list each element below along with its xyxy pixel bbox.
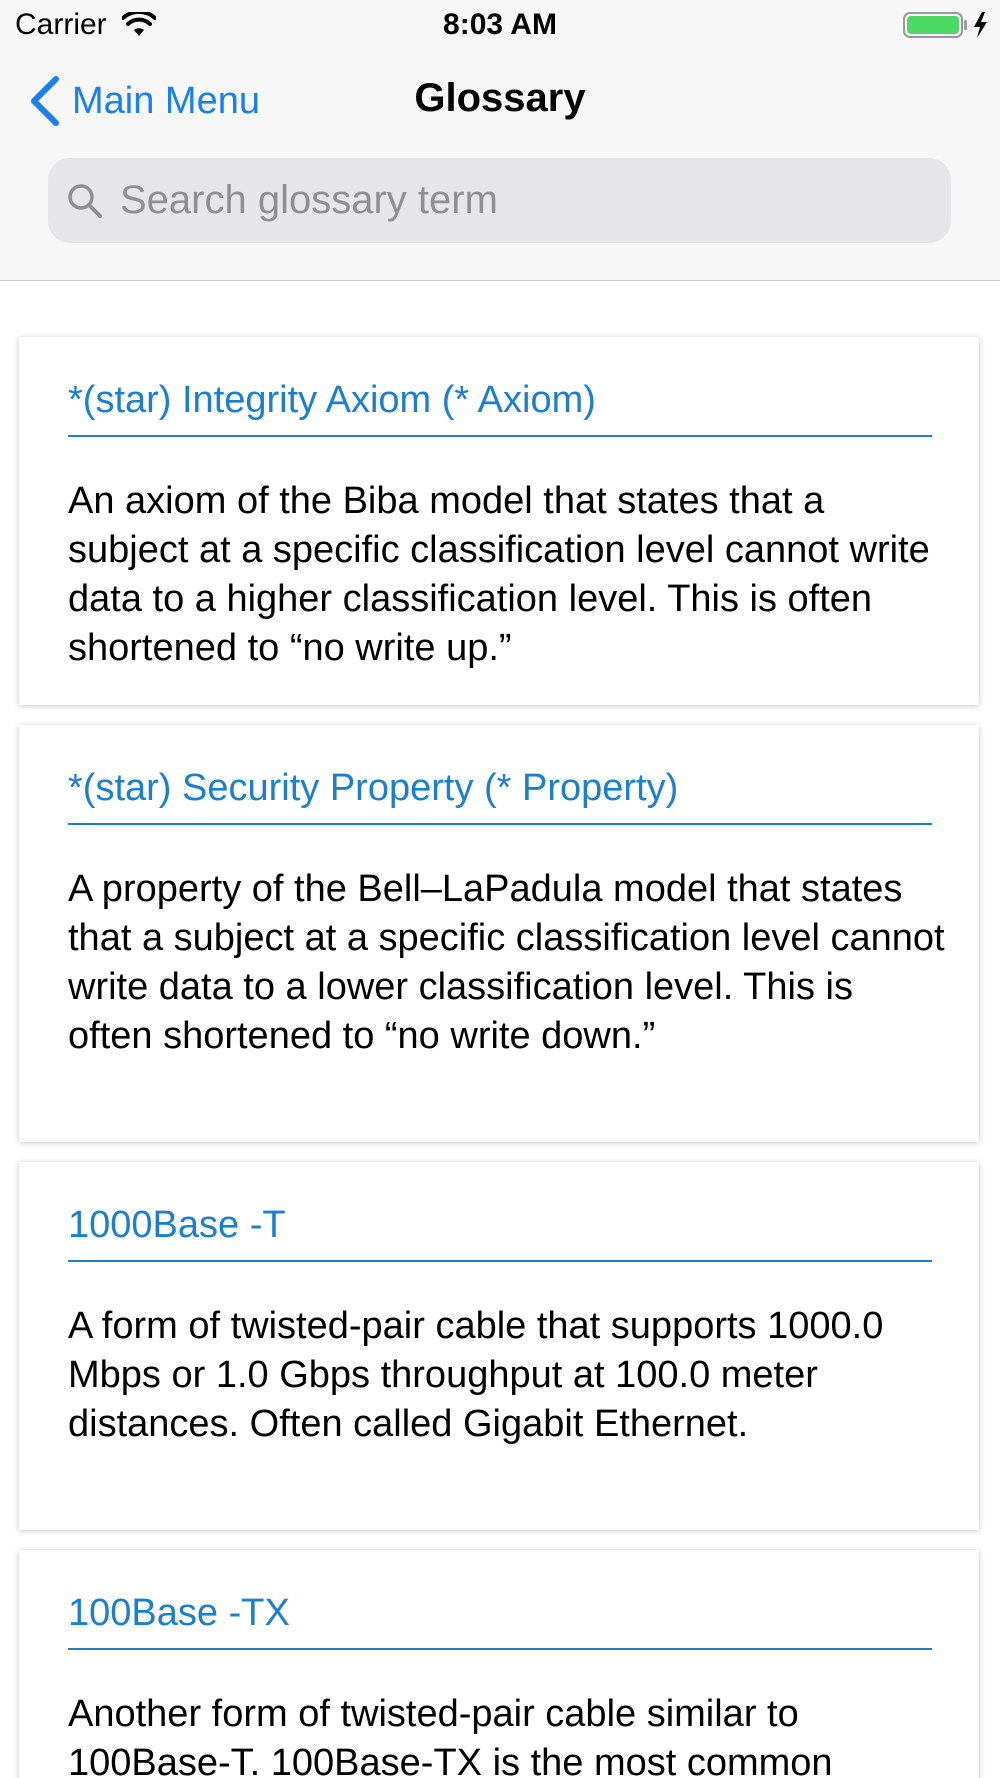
search-icon xyxy=(68,183,102,218)
battery-icon xyxy=(903,12,987,38)
glossary-definition: A form of twisted-pair cable that suppor… xyxy=(68,1305,884,1445)
glossary-definition: An axiom of the Biba model that states t… xyxy=(68,480,930,669)
glossary-term: *(star) Security Property (* Property) xyxy=(68,765,932,825)
glossary-term: *(star) Integrity Axiom (* Axiom) xyxy=(68,377,932,437)
glossary-card[interactable]: *(star) Security Property (* Property) A… xyxy=(19,725,979,1142)
status-time: 8:03 AM xyxy=(443,8,557,41)
glossary-term: 100Base -TX xyxy=(68,1590,932,1650)
glossary-card[interactable]: 1000Base -T A form of twisted-pair cable… xyxy=(19,1162,979,1530)
search-bar[interactable] xyxy=(48,158,951,243)
glossary-list[interactable]: *(star) Integrity Axiom (* Axiom) An axi… xyxy=(0,281,1000,1778)
navigation-bar: Main Menu Glossary xyxy=(0,50,1000,281)
glossary-card[interactable]: 100Base -TX Another form of twisted-pair… xyxy=(19,1550,979,1778)
glossary-screen: Carrier 8:03 AM Main Menu Glossary Searc… xyxy=(0,0,1000,1778)
glossary-term: 1000Base -T xyxy=(68,1202,932,1262)
page-title: Glossary xyxy=(414,76,586,120)
status-bar: Carrier 8:03 AM xyxy=(0,0,1000,50)
glossary-card[interactable]: *(star) Integrity Axiom (* Axiom) An axi… xyxy=(19,337,979,705)
glossary-definition: A property of the Bell–LaPadula model th… xyxy=(68,868,945,1057)
glossary-definition: Another form of twisted-pair cable simil… xyxy=(68,1693,833,1778)
search-input[interactable] xyxy=(118,177,922,224)
